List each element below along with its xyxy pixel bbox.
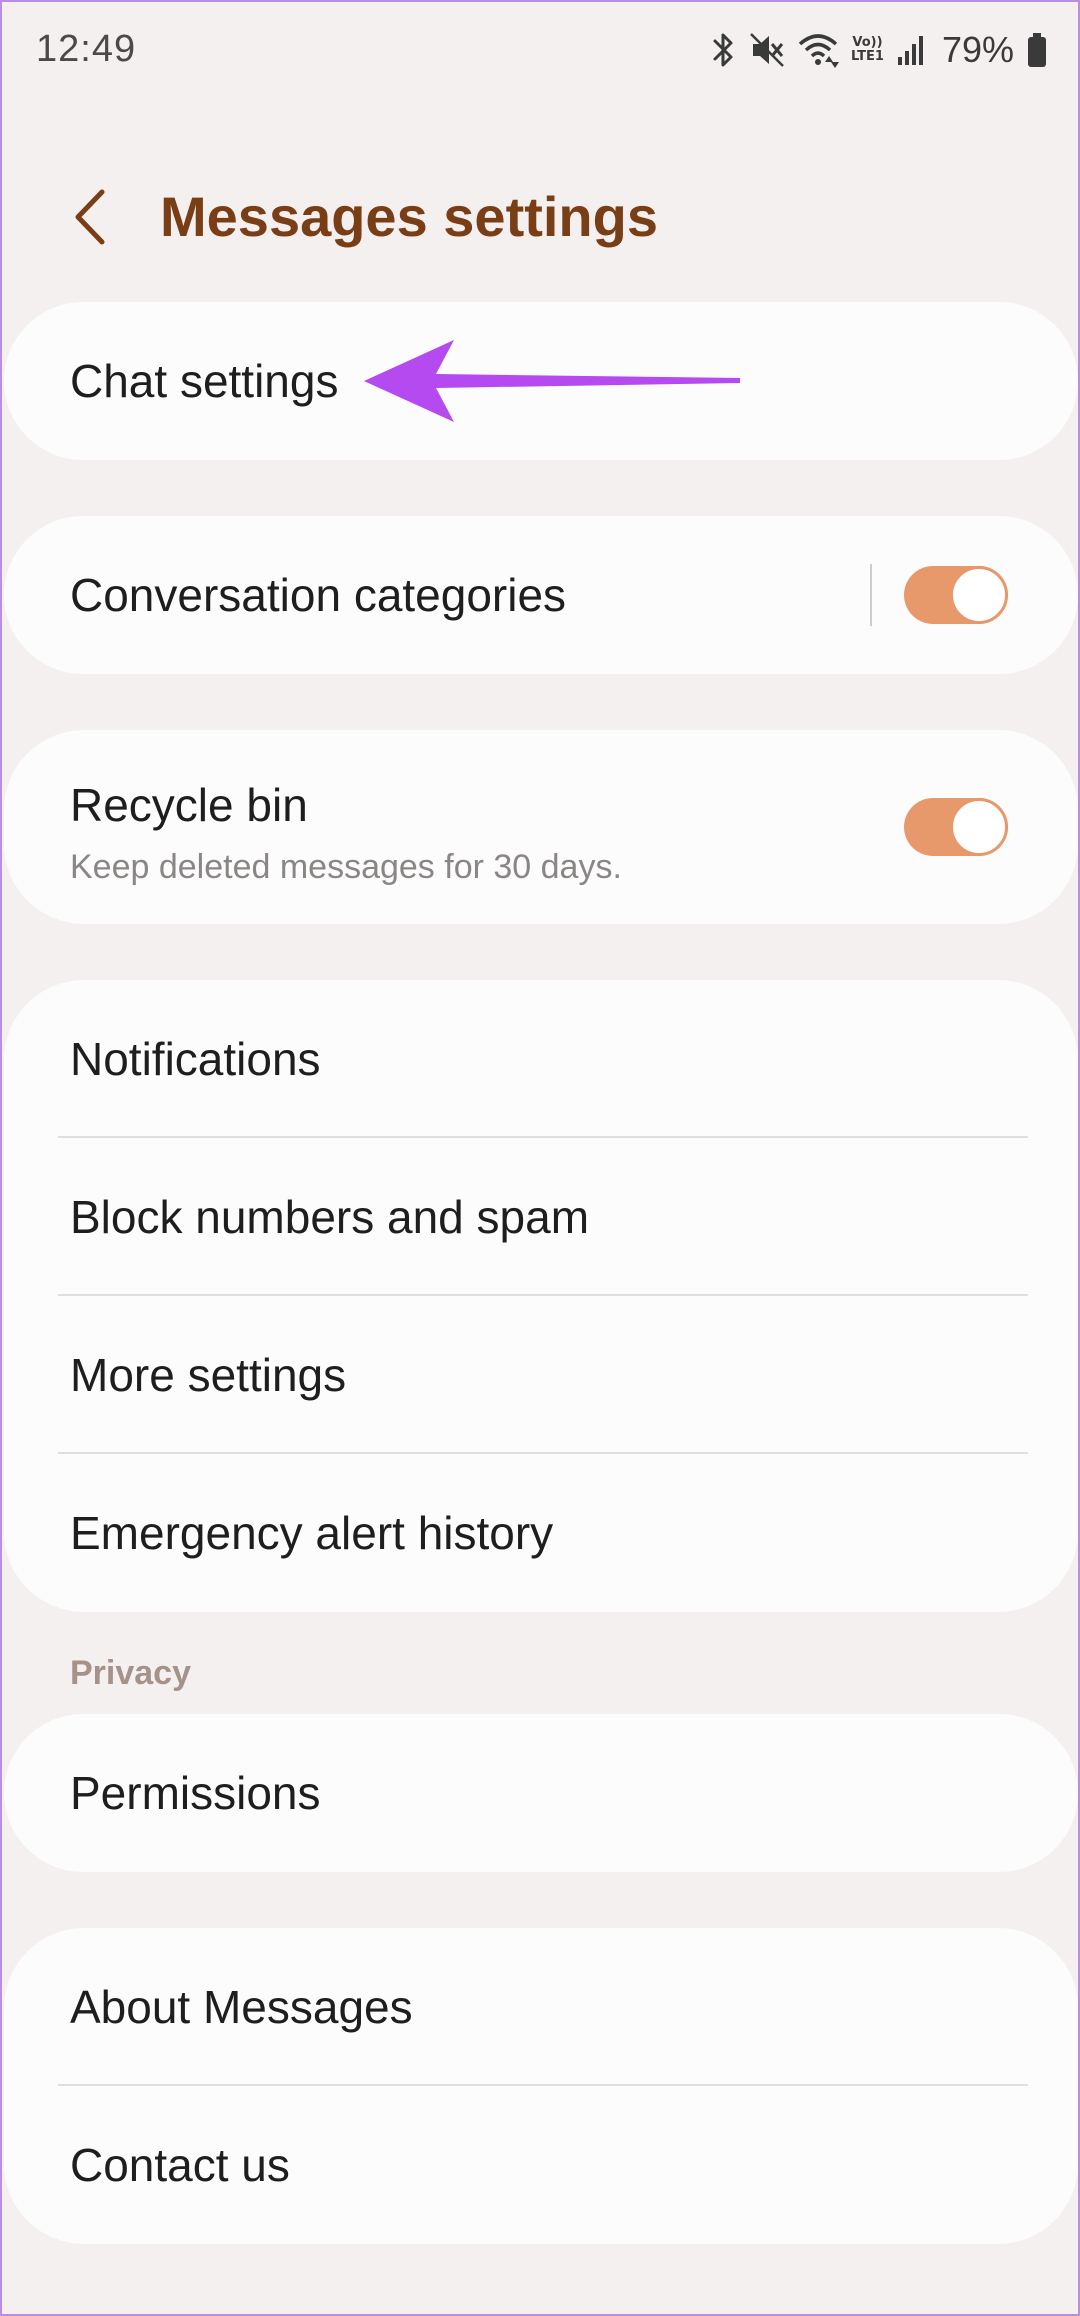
notifications-label: Notifications — [70, 1033, 321, 1085]
emergency-alert-history-item[interactable]: Emergency alert history — [4, 1454, 1078, 1612]
conversation-categories-toggle[interactable] — [904, 566, 1008, 624]
status-icons: Vo)) LTE1 79% — [711, 28, 1048, 72]
toggle-knob — [950, 798, 1008, 856]
block-numbers-label: Block numbers and spam — [70, 1191, 590, 1243]
toggle-knob — [950, 566, 1008, 624]
recycle-bin-item[interactable]: Recycle bin Keep deleted messages for 30… — [4, 730, 1078, 924]
section-header-privacy: Privacy — [70, 1654, 191, 1692]
more-settings-label: More settings — [70, 1349, 347, 1401]
row-vertical-divider — [870, 564, 872, 626]
back-button[interactable] — [60, 182, 120, 252]
card-conversation-categories: Conversation categories — [4, 516, 1078, 674]
network-label: LTE1 — [851, 49, 884, 64]
bluetooth-icon — [711, 31, 737, 69]
card-general-settings: Notifications Block numbers and spam Mor… — [4, 980, 1078, 1612]
chat-settings-label: Chat settings — [70, 355, 339, 407]
signal-icon — [896, 33, 926, 67]
emergency-alert-history-label: Emergency alert history — [70, 1507, 554, 1559]
volte-label: Vo)) — [852, 35, 883, 50]
annotation-arrow — [364, 340, 740, 422]
status-bar: 12:49 Vo)) LTE1 79% — [2, 2, 1078, 98]
contact-us-item[interactable]: Contact us — [4, 2086, 1078, 2244]
lte-indicator: Vo)) LTE1 — [851, 36, 884, 64]
conversation-categories-label: Conversation categories — [70, 569, 567, 621]
mute-icon — [749, 32, 785, 68]
card-recycle-bin: Recycle bin Keep deleted messages for 30… — [4, 730, 1078, 924]
about-messages-item[interactable]: About Messages — [4, 1928, 1078, 2086]
permissions-label: Permissions — [70, 1767, 321, 1819]
notifications-item[interactable]: Notifications — [4, 980, 1078, 1138]
about-messages-label: About Messages — [70, 1981, 413, 2033]
page-title: Messages settings — [160, 185, 658, 248]
battery-icon — [1026, 32, 1048, 68]
status-time: 12:49 — [36, 28, 137, 70]
battery-percent: 79% — [941, 29, 1014, 70]
recycle-bin-toggle[interactable] — [904, 798, 1008, 856]
card-about: About Messages Contact us — [4, 1928, 1078, 2244]
app-bar: Messages settings — [2, 162, 1078, 272]
wifi-icon — [797, 32, 839, 68]
more-settings-item[interactable]: More settings — [4, 1296, 1078, 1454]
recycle-bin-label: Recycle bin — [70, 779, 308, 831]
contact-us-label: Contact us — [70, 2139, 290, 2191]
permissions-item[interactable]: Permissions — [4, 1714, 1078, 1872]
block-numbers-item[interactable]: Block numbers and spam — [4, 1138, 1078, 1296]
card-privacy: Permissions — [4, 1714, 1078, 1872]
recycle-bin-subtitle: Keep deleted messages for 30 days. — [70, 848, 622, 886]
conversation-categories-item[interactable]: Conversation categories — [4, 516, 1078, 674]
chevron-left-icon — [75, 189, 105, 245]
